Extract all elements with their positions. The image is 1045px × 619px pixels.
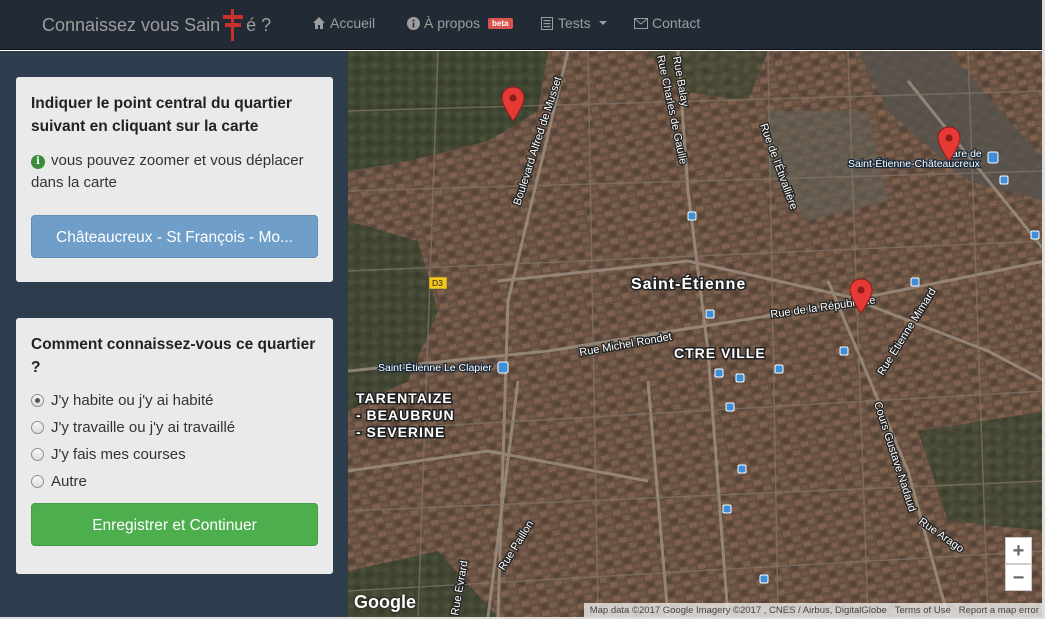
save-continue-button[interactable]: Enregistrer et Continuer	[31, 503, 318, 546]
nav-a-propos[interactable]: À propos beta	[406, 14, 513, 32]
nav-accueil[interactable]: Accueil	[312, 14, 375, 32]
nav-a-propos-label: À propos	[424, 15, 481, 31]
info-sign-icon	[406, 16, 420, 30]
road-shield-d3: D3	[428, 276, 448, 290]
envelope-icon	[634, 16, 648, 30]
map-label-district-2: - BEAUBRUN	[356, 407, 455, 423]
zoom-hint-text: vous pouvez zoomer et vous déplacer dans…	[31, 152, 304, 191]
transit-stop-icon[interactable]	[725, 402, 735, 412]
question-panel: Comment connaissez-vous ce quartier ? J'…	[16, 318, 333, 574]
google-logo[interactable]: Google	[354, 592, 416, 613]
train-station-icon[interactable]	[987, 151, 999, 164]
home-icon	[312, 16, 326, 30]
zoom-hint: i vous pouvez zoomer et vous déplacer dan…	[31, 150, 318, 194]
radio-button[interactable]	[31, 448, 44, 461]
list-icon	[540, 16, 554, 30]
beta-badge: beta	[488, 17, 513, 29]
map-label-centre: CTRE VILLE	[674, 345, 766, 361]
brand-text-start: Connaissez vous Sain	[42, 14, 221, 35]
chevron-down-icon	[598, 21, 607, 25]
map-imagery[interactable]: Boulevard Alfred de Musset Rue Charles d…	[348, 51, 1045, 617]
radio-button[interactable]	[31, 394, 44, 407]
radio-group: J'y habite ou j'y ai habité J'y travaill…	[31, 387, 318, 495]
map-attribution: Map data ©2017 Google Imagery ©2017 , CN…	[583, 603, 1045, 617]
nav-tests-label: Tests	[558, 15, 591, 31]
instruction-heading: Indiquer le point central du quartier su…	[31, 95, 292, 135]
signpost-icon	[221, 9, 245, 41]
terms-of-use-link[interactable]: Terms of Use	[895, 605, 951, 616]
radio-option-courses[interactable]: J'y fais mes courses	[31, 441, 318, 468]
radio-label: J'y habite ou j'y ai habité	[51, 392, 214, 409]
quartier-button[interactable]: Châteaucreux - St François - Mo...	[31, 215, 318, 258]
brand-text-end: é ?	[246, 14, 272, 35]
map-label-district-1: TARENTAIZE	[356, 390, 453, 406]
nav-contact-label: Contact	[652, 15, 701, 31]
transit-stop-icon[interactable]	[687, 211, 697, 221]
road-shield-d3-label: D3	[432, 278, 443, 288]
transit-stop-icon[interactable]	[759, 574, 769, 584]
question-heading: Comment connaissez-vous ce quartier ?	[31, 336, 316, 376]
radio-option-habite[interactable]: J'y habite ou j'y ai habité	[31, 387, 318, 414]
transit-stop-icon[interactable]	[714, 368, 724, 378]
satellite-map[interactable]: Boulevard Alfred de Musset Rue Charles d…	[348, 51, 1045, 617]
transit-stop-icon[interactable]	[737, 464, 747, 474]
transit-stop-icon[interactable]	[999, 175, 1009, 185]
attribution-text: Map data ©2017 Google Imagery ©2017 , CN…	[589, 604, 887, 616]
brand-logo[interactable]: Connaissez vous Sain é ?	[42, 9, 272, 41]
radio-button[interactable]	[31, 421, 44, 434]
radio-label: Autre	[51, 473, 87, 490]
map-label-district-3: - SEVERINE	[356, 424, 445, 440]
sidebar: Indiquer le point central du quartier su…	[0, 51, 348, 619]
transit-stop-icon[interactable]	[774, 364, 784, 374]
map-label-station-chateaucreux-2: Saint-Étienne-Châteaucreux	[848, 157, 981, 170]
zoom-out-button[interactable]: −	[1005, 564, 1032, 591]
map-label-city: Saint-Étienne	[631, 274, 746, 293]
nav-tests-dropdown[interactable]: Tests	[540, 14, 607, 32]
transit-stop-icon[interactable]	[705, 309, 715, 319]
transit-stop-icon[interactable]	[722, 504, 732, 514]
radio-button[interactable]	[31, 475, 44, 488]
info-icon: i	[31, 155, 45, 169]
transit-stop-icon[interactable]	[735, 373, 745, 383]
report-map-error-link[interactable]: Report a map error	[959, 605, 1039, 616]
radio-label: J'y fais mes courses	[51, 446, 186, 463]
radio-option-autre[interactable]: Autre	[31, 468, 318, 495]
nav-contact[interactable]: Contact	[634, 14, 700, 32]
nav-accueil-label: Accueil	[330, 15, 376, 31]
transit-stop-icon[interactable]	[1030, 230, 1040, 240]
map-label-station-clapier: Saint-Étienne Le Clapier	[378, 361, 492, 374]
transit-stop-icon[interactable]	[910, 277, 920, 287]
instruction-panel: Indiquer le point central du quartier su…	[16, 77, 333, 282]
train-station-icon[interactable]	[497, 361, 509, 374]
radio-option-travaille[interactable]: J'y travaille ou j'y ai travaillé	[31, 414, 318, 441]
top-navbar: Connaissez vous Sain é ? Accueil À propo…	[0, 0, 1045, 50]
zoom-in-button[interactable]: +	[1005, 537, 1032, 564]
transit-stop-icon[interactable]	[839, 346, 849, 356]
radio-label: J'y travaille ou j'y ai travaillé	[51, 419, 236, 436]
